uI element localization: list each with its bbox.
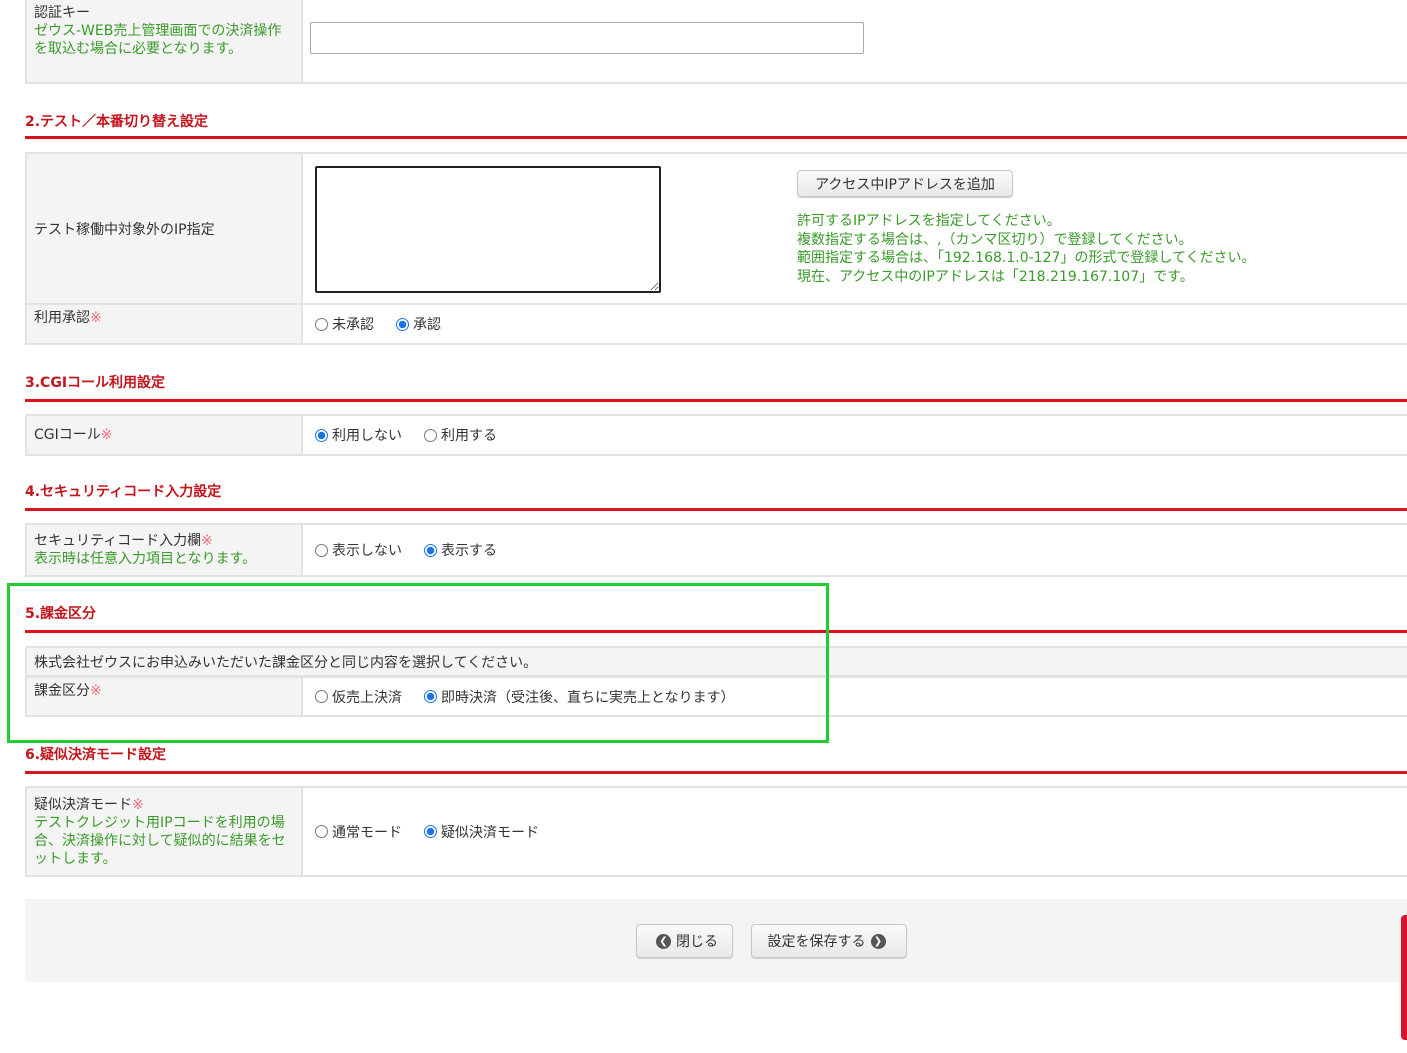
divider [25, 136, 1407, 139]
ip-label: テスト稼働中対象外のIP指定 [34, 221, 215, 238]
security-code-note: 表示時は任意入力項目となります。 [34, 551, 257, 567]
auth-key-note: ゼウス-WEB売上管理画面での決済操作を取込む場合に必要となります。 [34, 23, 282, 57]
ip-help-line: 範囲指定する場合は、「192.168.1.0-127」の形式で登録してください。 [797, 250, 1256, 266]
chevron-left-icon: ❮ [656, 933, 671, 949]
cgi-label: CGIコール [34, 427, 101, 443]
required-mark: ※ [90, 310, 102, 326]
radio-approved[interactable]: 承認 [396, 314, 441, 334]
ip-help: 許可するIPアドレスを指定してください。 複数指定する場合は、,（カンマ区切り）… [797, 212, 1256, 286]
section-2-title: 2.テスト／本番切り替え設定 [25, 114, 209, 130]
auth-key-label: 認証キー [34, 5, 90, 21]
pseudo-mode-row: 疑似決済モード※ テストクレジット用IPコードを利用の場合、決済操作に対して疑似的… [25, 786, 1407, 877]
radio-hide[interactable]: 表示しない [315, 540, 402, 560]
auth-key-input[interactable] [310, 22, 864, 54]
ip-textarea[interactable] [315, 166, 661, 293]
radio-cgi-off[interactable]: 利用しない [315, 425, 402, 445]
radio-show[interactable]: 表示する [424, 540, 497, 560]
cgi-row: CGIコール※ 利用しない 利用する [25, 414, 1407, 456]
save-button[interactable]: 設定を保存する ❯ [751, 924, 907, 958]
divider [25, 399, 1407, 402]
divider [25, 771, 1407, 774]
chevron-right-icon: ❯ [870, 933, 886, 949]
approval-row: 利用承認※ 未承認 承認 [25, 303, 1407, 345]
required-mark: ※ [201, 533, 213, 549]
highlight-box [7, 583, 829, 743]
required-mark: ※ [132, 796, 144, 813]
ip-help-line: 現在、アクセス中のIPアドレスは「218.219.167.107」です。 [797, 268, 1194, 285]
pseudo-mode-label: 疑似決済モード [34, 796, 132, 813]
radio-normal-mode[interactable]: 通常モード [315, 822, 402, 842]
section-3-title: 3.CGIコール利用設定 [25, 375, 166, 391]
add-access-ip-button[interactable]: アクセス中IPアドレスを追加 [797, 170, 1013, 197]
ip-help-line: 許可するIPアドレスを指定してください。 [797, 213, 1061, 229]
side-tab[interactable] [1401, 915, 1407, 1040]
security-code-label: セキュリティコード入力欄 [34, 533, 202, 549]
required-mark: ※ [100, 427, 113, 443]
section-4-title: 4.セキュリティコード入力設定 [25, 484, 222, 500]
ip-help-line: 複数指定する場合は、,（カンマ区切り）で登録してください。 [797, 231, 1193, 248]
radio-pseudo-mode[interactable]: 疑似決済モード [424, 822, 539, 842]
ip-row: テスト稼働中対象外のIP指定 アクセス中IPアドレスを追加 許可するIPアドレス… [25, 152, 1407, 307]
divider [25, 508, 1407, 511]
pseudo-mode-note: テストクレジット用IPコードを利用の場合、決済操作に対して疑似的に結果をセットし… [34, 814, 286, 867]
security-code-row: セキュリティコード入力欄※ 表示時は任意入力項目となります。 表示しない 表示する [25, 523, 1407, 577]
approval-label: 利用承認 [34, 310, 90, 326]
radio-unapproved[interactable]: 未承認 [315, 314, 374, 334]
auth-key-row: 認証キー ゼウス-WEB売上管理画面での決済操作を取込む場合に必要となります。 [25, 0, 1407, 84]
section-6-title: 6.疑似決済モード設定 [25, 747, 167, 763]
radio-cgi-on[interactable]: 利用する [424, 425, 497, 445]
close-button[interactable]: ❮ 閉じる [636, 924, 733, 958]
